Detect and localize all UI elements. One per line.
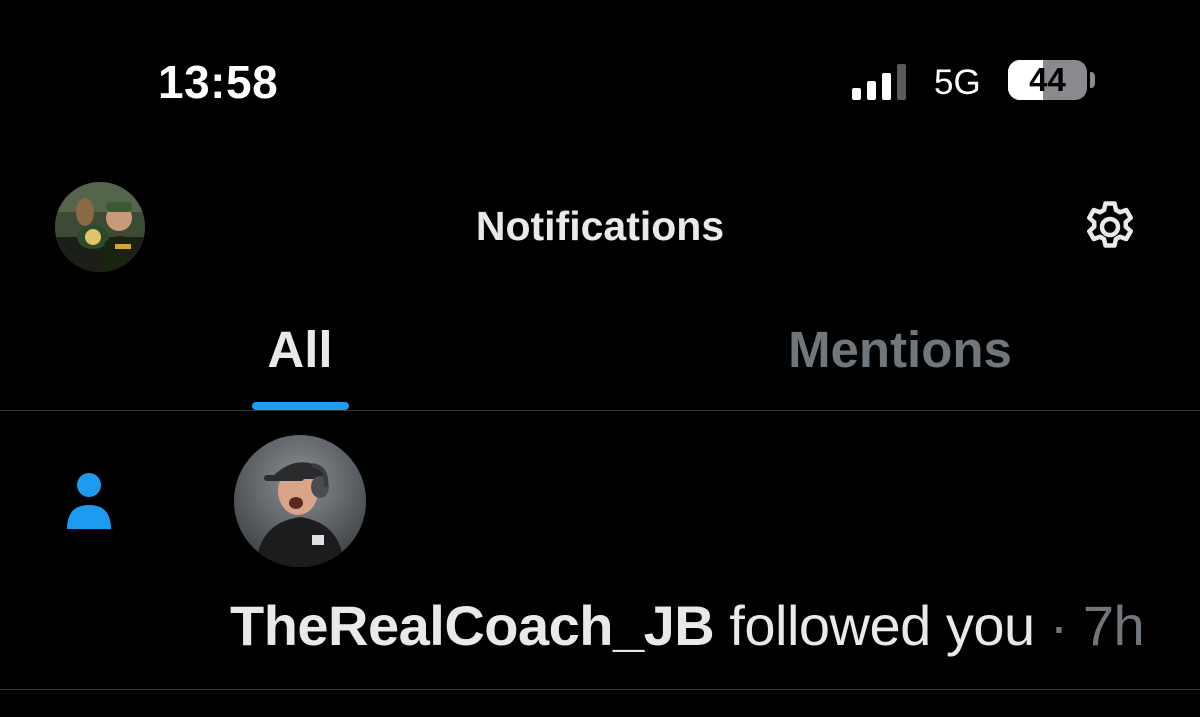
profile-avatar-image: [55, 182, 145, 272]
notification-time: 7h: [1082, 594, 1145, 657]
battery-terminal: [1090, 72, 1095, 88]
profile-avatar[interactable]: [55, 182, 145, 272]
settings-button[interactable]: [1078, 195, 1142, 259]
network-type: 5G: [934, 63, 981, 102]
signal-bar-2: [867, 81, 876, 100]
tab-all[interactable]: All: [0, 300, 600, 411]
cellular-signal-icon: [852, 64, 912, 100]
tab-all-label: All: [267, 321, 333, 378]
notification-tabs: All Mentions: [0, 300, 1200, 411]
notification-action: followed you: [729, 594, 1035, 657]
status-time: 13:58: [158, 56, 279, 108]
active-tab-indicator: [252, 402, 349, 410]
tab-mentions-label: Mentions: [788, 321, 1012, 378]
notification-separator: ·: [1049, 594, 1069, 657]
signal-bar-1: [852, 88, 861, 100]
notification-text: TheRealCoach_JB followed you · 7h: [230, 591, 1145, 661]
notification-item[interactable]: TheRealCoach_JB followed you · 7h: [0, 411, 1200, 689]
person-icon: [67, 473, 111, 529]
battery-icon: 44: [1008, 60, 1087, 100]
signal-bar-4: [897, 64, 906, 100]
notification-username[interactable]: TheRealCoach_JB: [230, 594, 715, 657]
user-avatar-image: [234, 435, 366, 567]
tab-mentions[interactable]: Mentions: [600, 300, 1200, 411]
status-bar: 13:58 5G 44: [0, 0, 1200, 170]
notification-divider: [0, 689, 1200, 690]
battery-percentage: 44: [1029, 61, 1066, 98]
page-title: Notifications: [475, 203, 725, 249]
signal-bar-3: [882, 73, 891, 100]
user-avatar[interactable]: [234, 435, 366, 567]
gear-icon: [1087, 201, 1133, 248]
